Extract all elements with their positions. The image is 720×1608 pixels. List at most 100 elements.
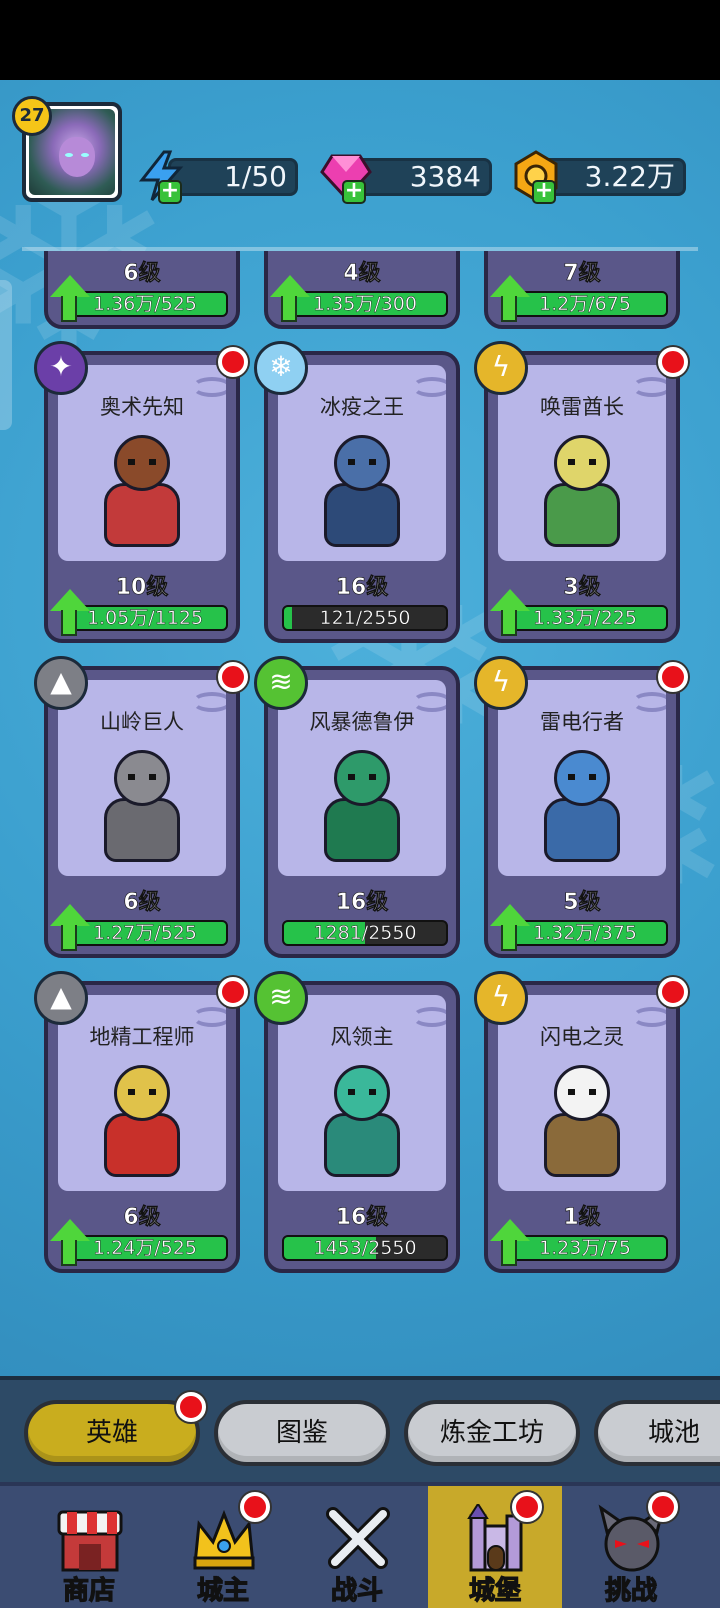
- hero-card[interactable]: 山岭巨人 6级 1.27万/525 ▲: [34, 656, 248, 958]
- hero-shard-progress-text: 121/2550: [319, 607, 411, 629]
- hero-portrait: [92, 435, 192, 555]
- hero-card-panel: 风领主: [278, 995, 446, 1191]
- hero-shard-progress-bar: 121/2550: [282, 605, 448, 631]
- hero-shard-progress-text: 1453/2550: [313, 1237, 417, 1259]
- hero-card[interactable]: 冰疫之王 16级 121/2550 ❄: [254, 341, 460, 643]
- add-energy-button[interactable]: +: [158, 180, 182, 204]
- hero-card[interactable]: 雷电行者 5级 1.32万/375 ϟ: [474, 656, 688, 958]
- nav-challenge[interactable]: 挑战: [564, 1486, 698, 1608]
- nav-lord[interactable]: 城主: [156, 1486, 290, 1608]
- rock-icon: ▲: [34, 656, 88, 710]
- hero-name: 唤雷酋长: [540, 395, 624, 419]
- add-gems-button[interactable]: +: [342, 180, 366, 204]
- hero-name: 山岭巨人: [100, 710, 184, 734]
- crossed-swords-icon: [326, 1507, 390, 1569]
- hero-name: 地精工程师: [89, 1025, 195, 1049]
- upgrade-arrow-stem: [281, 296, 297, 322]
- rock-icon: ▲: [34, 971, 88, 1025]
- hero-portrait: [532, 435, 632, 555]
- hero-card-panel: 唤雷酋长: [498, 365, 666, 561]
- upgrade-arrow-icon[interactable]: [50, 275, 90, 297]
- nav-challenge-label: 挑战: [604, 1575, 657, 1606]
- subtab-alchemy[interactable]: 炼金工坊: [404, 1400, 580, 1466]
- hero-name: 雷电行者: [540, 710, 624, 734]
- hero-card[interactable]: 地精工程师 6级 1.24万/525 ▲: [34, 971, 248, 1273]
- nav-challenge-notification-dot: [648, 1492, 678, 1522]
- hero-name: 冰疫之王: [320, 395, 404, 419]
- upgrade-arrow-stem: [501, 296, 517, 322]
- nav-shop-label: 商店: [62, 1575, 115, 1606]
- hero-notification-dot: [218, 347, 248, 377]
- upgrade-arrow-icon[interactable]: [270, 275, 310, 297]
- hero-shard-progress-text: 1281/2550: [313, 922, 417, 944]
- hero-card[interactable]: 6级 1.36万/525: [44, 251, 240, 329]
- subtab-heroes-notification-dot: [176, 1392, 206, 1422]
- hero-name: 风暴德鲁伊: [309, 710, 415, 734]
- hero-notification-dot: [658, 347, 688, 377]
- hero-portrait: [532, 750, 632, 870]
- add-gold-button[interactable]: +: [532, 180, 556, 204]
- hero-portrait: [92, 1065, 192, 1185]
- hero-shard-progress-bar: 1281/2550: [282, 920, 448, 946]
- hero-level: 16级: [335, 890, 389, 916]
- hero-card[interactable]: 7级 1.2万/675: [484, 251, 680, 329]
- arcane-icon: ✦: [34, 341, 88, 395]
- nav-castle-label: 城堡: [468, 1575, 521, 1606]
- ice-icon: ❄: [254, 341, 308, 395]
- upgrade-arrow-stem: [501, 925, 517, 951]
- hero-card[interactable]: 奥术先知 10级 1.05万/1125 ✦: [34, 341, 248, 643]
- upgrade-arrow-icon[interactable]: [490, 1219, 530, 1241]
- hero-card[interactable]: 唤雷酋长 3级 1.33万/225 ϟ: [474, 341, 688, 643]
- hero-card[interactable]: 风暴德鲁伊 16级 1281/2550 ≋: [254, 656, 460, 958]
- player-level-badge: 27: [12, 96, 52, 136]
- hero-name: 奥术先知: [100, 395, 184, 419]
- upgrade-arrow-icon[interactable]: [50, 1219, 90, 1241]
- lightning-icon: ϟ: [474, 656, 528, 710]
- subtab-codex[interactable]: 图鉴: [214, 1400, 390, 1466]
- hero-card-panel: 雷电行者: [498, 680, 666, 876]
- hero-notification-dot: [658, 977, 688, 1007]
- lightning-icon: ϟ: [474, 971, 528, 1025]
- nav-castle-notification-dot: [512, 1492, 542, 1522]
- hero-card[interactable]: 风领主 16级 1453/2550 ≋: [254, 971, 460, 1273]
- hero-shard-progress-bar: 1453/2550: [282, 1235, 448, 1261]
- nav-shop[interactable]: 商店: [22, 1486, 156, 1608]
- hero-portrait: [312, 435, 412, 555]
- hero-card-panel: 闪电之灵: [498, 995, 666, 1191]
- hero-name: 风领主: [330, 1025, 394, 1049]
- upgrade-arrow-icon[interactable]: [490, 589, 530, 611]
- nav-castle[interactable]: 城堡: [428, 1486, 562, 1608]
- nav-lord-notification-dot: [240, 1492, 270, 1522]
- hero-name: 闪电之灵: [540, 1025, 624, 1049]
- upgrade-arrow-stem: [501, 610, 517, 636]
- hero-notification-dot: [218, 977, 248, 1007]
- upgrade-arrow-stem: [61, 925, 77, 951]
- hero-notification-dot: [218, 662, 248, 692]
- hero-portrait: [312, 750, 412, 870]
- hero-card-panel: 风暴德鲁伊: [278, 680, 446, 876]
- nav-battle[interactable]: 战斗: [290, 1486, 424, 1608]
- hero-card[interactable]: 闪电之灵 1级 1.23万/75 ϟ: [474, 971, 688, 1273]
- upgrade-arrow-icon[interactable]: [50, 589, 90, 611]
- hero-notification-dot: [658, 662, 688, 692]
- subtab-heroes[interactable]: 英雄: [24, 1400, 200, 1466]
- hero-card[interactable]: 4级 1.35万/300: [264, 251, 460, 329]
- upgrade-arrow-stem: [61, 296, 77, 322]
- upgrade-arrow-icon[interactable]: [490, 904, 530, 926]
- hero-grid: 6级 1.36万/525 4级 1.35万/300 7级 1.2万/675 奥术先知 10级 1…: [0, 251, 720, 1351]
- hero-card-panel: 地精工程师: [58, 995, 226, 1191]
- subtab-bar: 英雄 图鉴 炼金工坊 城池: [0, 1376, 720, 1482]
- upgrade-arrow-icon[interactable]: [490, 275, 530, 297]
- upgrade-arrow-stem: [501, 1240, 517, 1266]
- subtab-city[interactable]: 城池: [594, 1400, 720, 1466]
- bottom-nav: 商店 城主 战斗 城堡 挑战: [0, 1482, 720, 1608]
- upgrade-arrow-stem: [61, 1240, 77, 1266]
- upgrade-arrow-icon[interactable]: [50, 904, 90, 926]
- upgrade-arrow-stem: [61, 610, 77, 636]
- hero-card-panel: 山岭巨人: [58, 680, 226, 876]
- nav-lord-label: 城主: [196, 1575, 249, 1606]
- hero-level: 16级: [335, 575, 389, 601]
- nav-battle-label: 战斗: [330, 1575, 383, 1606]
- hero-card-panel: 冰疫之王: [278, 365, 446, 561]
- hero-portrait: [312, 1065, 412, 1185]
